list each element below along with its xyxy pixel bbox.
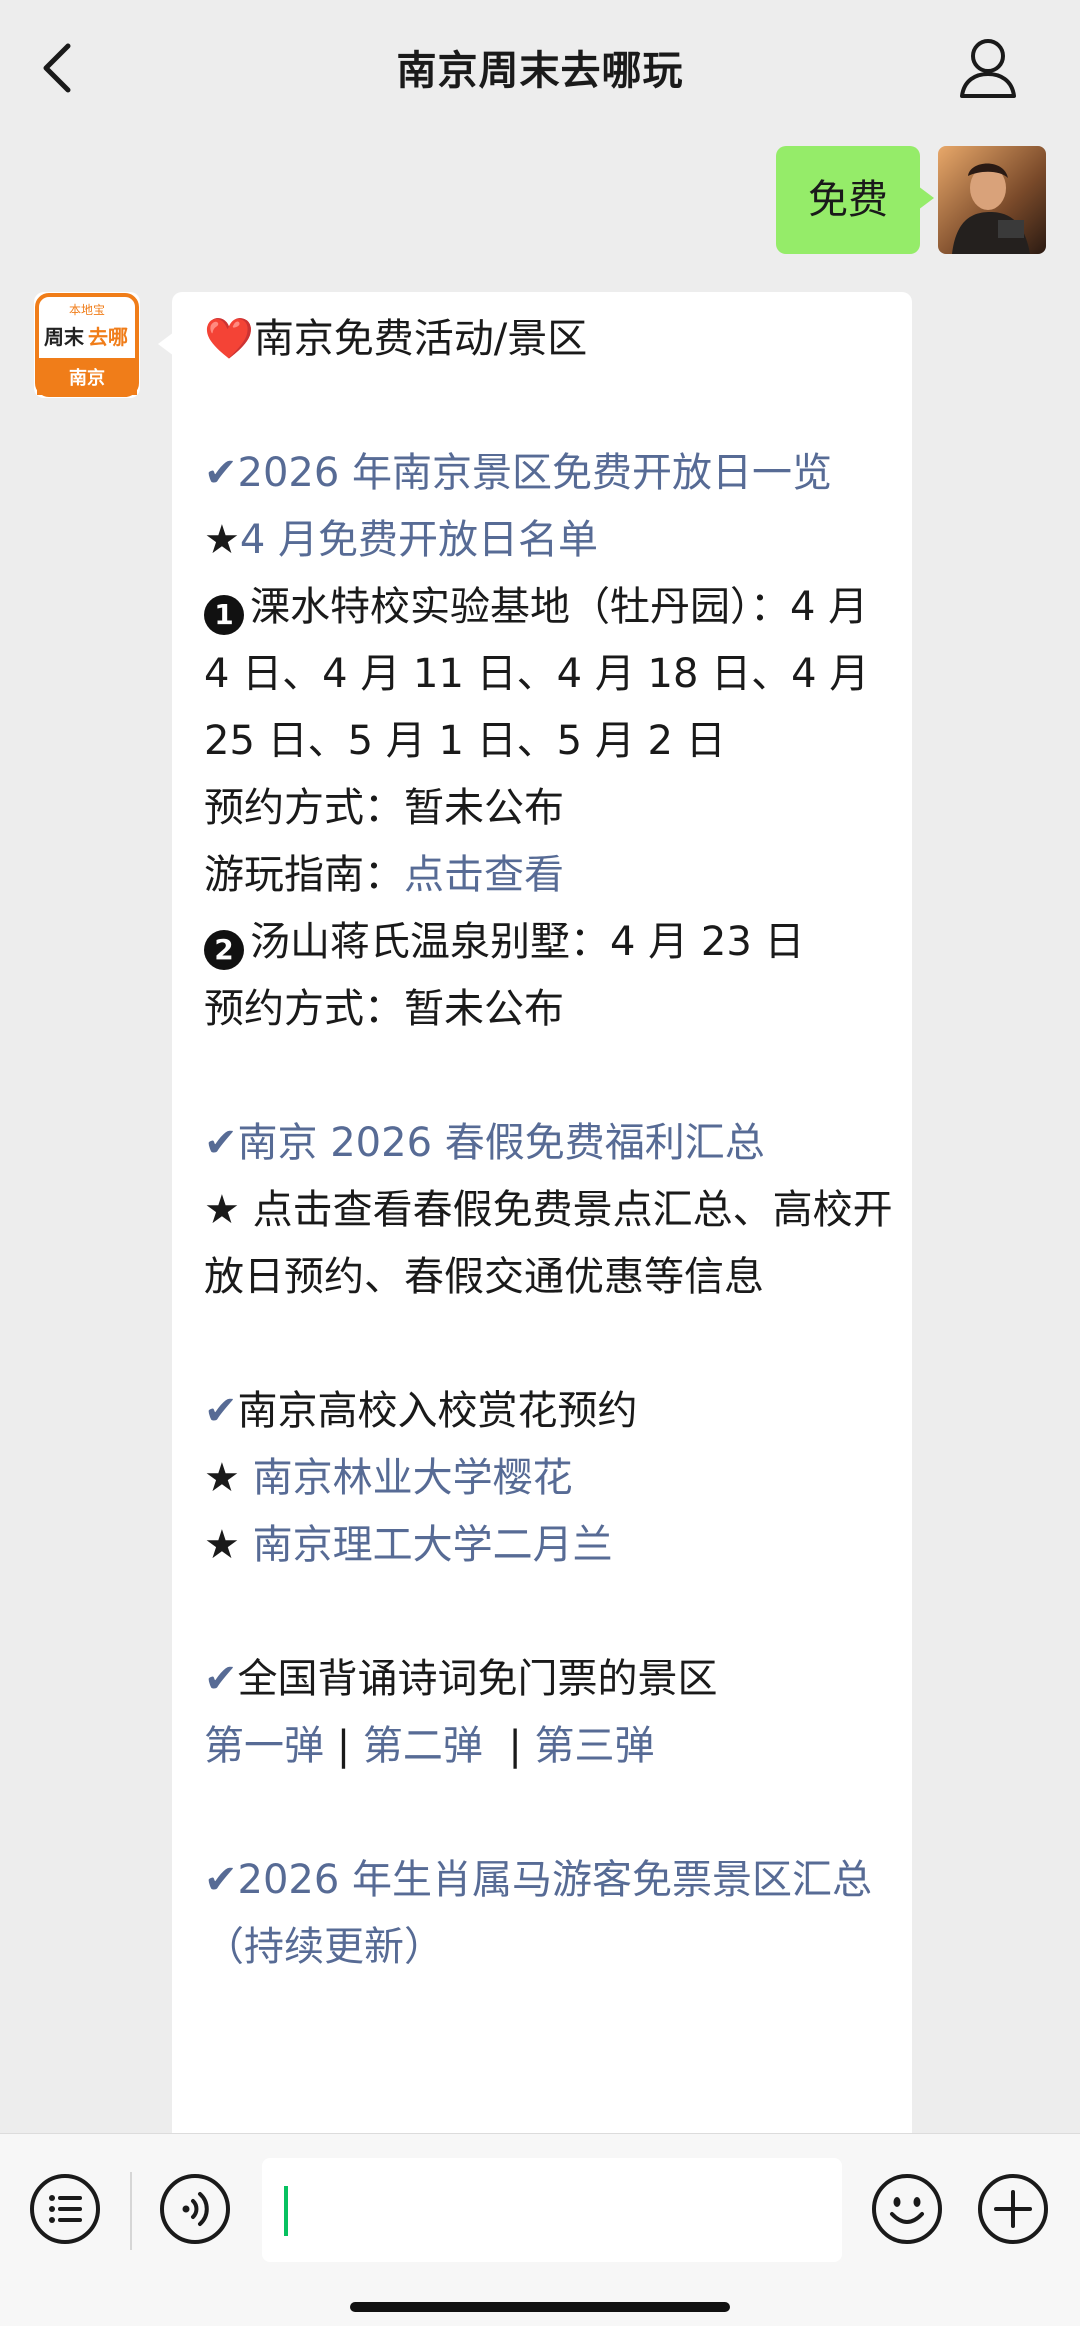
njust-link[interactable]: ★ 南京理工大学二月兰 <box>204 1512 894 1579</box>
booking-method: 预约方式：暂未公布 <box>204 986 564 1032</box>
number-badge: 1 <box>204 595 244 635</box>
user-avatar[interactable] <box>938 146 1046 254</box>
spring-break-desc: ★ 点击查看春假免费景点汇总、高校开放日预约、春假交通优惠等信息 <box>204 1187 893 1300</box>
number-badge: 2 <box>204 930 244 970</box>
check-icon: ✔ <box>204 1656 238 1702</box>
guide-line: 游玩指南：点击查看 <box>204 852 564 898</box>
message-input[interactable] <box>262 2158 842 2262</box>
check-icon: ✔ <box>204 1388 238 1434</box>
check-icon: ✔ <box>204 450 238 496</box>
brand-logo: 本地宝 周末 去哪 南京 <box>35 293 139 397</box>
list-menu-icon <box>30 2174 100 2244</box>
page-title: 南京周末去哪玩 <box>396 48 684 94</box>
star-icon: ★ <box>204 1187 240 1233</box>
person-icon <box>960 39 1016 98</box>
sent-message-bubble[interactable]: 免费 <box>776 146 934 254</box>
star-icon: ★ <box>204 517 240 563</box>
svg-text:周末: 周末 <box>44 325 85 349</box>
star-icon: ★ <box>204 1455 240 1501</box>
item-tangshan: 2 汤山蒋氏温泉别墅：4 月 23 日 <box>204 909 894 976</box>
menu-toggle-button[interactable] <box>28 2172 102 2246</box>
heart-icon: ❤️ <box>204 316 254 362</box>
heading-text: 南京免费活动/景区 <box>253 316 588 362</box>
check-icon: ✔ <box>204 1120 238 1166</box>
voice-icon <box>160 2174 230 2244</box>
part-one-link[interactable]: 第一弹 <box>204 1723 324 1769</box>
view-guide-link[interactable]: 点击查看 <box>404 852 564 898</box>
emoji-button[interactable] <box>870 2172 944 2246</box>
part-three-link[interactable]: 第三弹 <box>535 1723 655 1769</box>
item-lishui: 1 溧水特校实验基地（牡丹园）：4 月 4 日、4 月 11 日、4 月 18 日… <box>204 584 870 764</box>
more-options-button[interactable] <box>976 2172 1050 2246</box>
heading-line: ❤️南京免费活动/景区 <box>204 306 894 373</box>
campus-flowers-heading: ✔南京高校入校赏花预约 <box>204 1388 638 1434</box>
svg-text:本地宝: 本地宝 <box>69 303 105 317</box>
voice-button[interactable] <box>158 2172 232 2246</box>
plus-icon <box>978 2174 1048 2244</box>
spring-break-benefits-link[interactable]: ✔南京 2026 春假免费福利汇总 <box>204 1110 894 1177</box>
profile-button[interactable] <box>958 36 1018 100</box>
poetry-free-heading: ✔全国背诵诗词免门票的景区 <box>204 1656 718 1702</box>
official-account-avatar[interactable]: 本地宝 周末 去哪 南京 <box>34 292 140 398</box>
section-2026-free-days-link[interactable]: ✔2026 年南京景区免费开放日一览 <box>204 440 894 507</box>
star-icon: ★ <box>204 1522 240 1568</box>
divider <box>130 2172 132 2250</box>
april-free-days-link[interactable]: ★4 月免费开放日名单 <box>204 507 894 574</box>
sent-message-text: 免费 <box>808 177 888 223</box>
chat-input-bar <box>0 2133 1080 2326</box>
message-content: ❤️南京免费活动/景区 ✔2026 年南京景区免费开放日一览 ★4 月免费开放日… <box>204 306 894 1981</box>
horse-zodiac-link[interactable]: ✔2026 年生肖属马游客免票景区汇总（持续更新） <box>204 1847 894 1981</box>
booking-method: 预约方式：暂未公布 <box>204 785 564 831</box>
emoji-icon <box>872 2174 942 2244</box>
poetry-links: 第一弹 | 第二弹 | 第三弹 <box>204 1723 655 1769</box>
part-two-link[interactable]: 第二弹 <box>363 1723 483 1769</box>
received-message-bubble: ❤️南京免费活动/景区 ✔2026 年南京景区免费开放日一览 ★4 月免费开放日… <box>158 292 912 2152</box>
home-indicator <box>350 2302 730 2312</box>
check-icon: ✔ <box>204 1857 238 1903</box>
svg-text:去哪: 去哪 <box>88 325 128 349</box>
svg-text:南京: 南京 <box>69 367 105 389</box>
nav-bar: 南京周末去哪玩 <box>0 0 1080 140</box>
avatar-photo <box>938 146 1046 254</box>
forestry-university-link[interactable]: ★ 南京林业大学樱花 <box>204 1445 894 1512</box>
text-caret <box>284 2186 288 2236</box>
